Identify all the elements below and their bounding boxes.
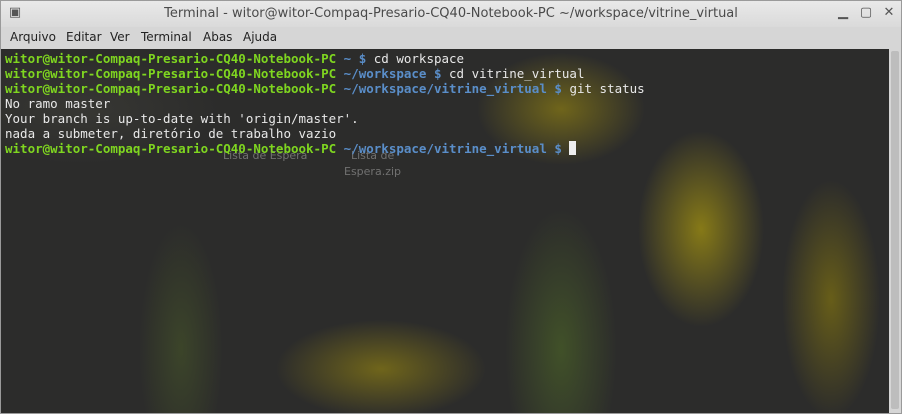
terminal-window: ▣ Terminal - witor@witor-Compaq-Presario… <box>0 0 902 414</box>
command-text: git status <box>561 81 645 96</box>
prompt-path: ~/workspace/vitrine_virtual $ <box>336 81 562 96</box>
menu-editar[interactable]: Editar <box>66 30 102 44</box>
terminal-line: witor@witor-Compaq-Presario-CQ40-Noteboo… <box>5 66 585 81</box>
scrollbar-thumb[interactable] <box>891 51 899 409</box>
text-cursor <box>569 141 577 155</box>
command-text: cd workspace <box>366 51 465 66</box>
menu-arquivo[interactable]: Arquivo <box>10 30 56 44</box>
terminal-output[interactable]: Lista de Espera Lista de Espera.zip wito… <box>1 49 889 413</box>
maximize-icon[interactable]: ▢ <box>858 5 874 21</box>
terminal-line: witor@witor-Compaq-Presario-CQ40-Noteboo… <box>5 81 645 96</box>
scrollbar[interactable] <box>889 49 901 413</box>
output-line: No ramo master <box>5 96 111 111</box>
menu-ver[interactable]: Ver <box>110 30 130 44</box>
terminal-line: witor@witor-Compaq-Presario-CQ40-Noteboo… <box>5 141 577 156</box>
title-bar[interactable]: ▣ Terminal - witor@witor-Compaq-Presario… <box>1 1 901 27</box>
output-line: Your branch is up-to-date with 'origin/m… <box>5 111 359 126</box>
terminal-line: witor@witor-Compaq-Presario-CQ40-Noteboo… <box>5 51 464 66</box>
menu-abas[interactable]: Abas <box>203 30 232 44</box>
close-icon[interactable]: ✕ <box>881 5 897 21</box>
prompt-path: ~/workspace $ <box>336 66 442 81</box>
window-title: Terminal - witor@witor-Compaq-Presario-C… <box>164 6 738 21</box>
minimize-icon[interactable]: ▁ <box>835 5 851 21</box>
menu-terminal[interactable]: Terminal <box>141 30 192 44</box>
command-text: cd vitrine_virtual <box>441 66 585 81</box>
output-line: nada a submeter, diretório de trabalho v… <box>5 126 337 141</box>
menu-bar: Arquivo Editar Ver Terminal Abas Ajuda <box>1 27 901 50</box>
prompt-path: ~/workspace/vitrine_virtual $ <box>336 141 562 156</box>
prompt-user: witor@witor-Compaq-Presario-CQ40-Noteboo… <box>5 51 337 66</box>
command-text <box>562 141 570 156</box>
desktop-label-zip-line2: Espera.zip <box>344 165 402 178</box>
prompt-user: witor@witor-Compaq-Presario-CQ40-Noteboo… <box>5 81 337 96</box>
prompt-user: witor@witor-Compaq-Presario-CQ40-Noteboo… <box>5 66 337 81</box>
prompt-path: ~ $ <box>336 51 367 66</box>
menu-ajuda[interactable]: Ajuda <box>243 30 277 44</box>
prompt-user: witor@witor-Compaq-Presario-CQ40-Noteboo… <box>5 141 337 156</box>
